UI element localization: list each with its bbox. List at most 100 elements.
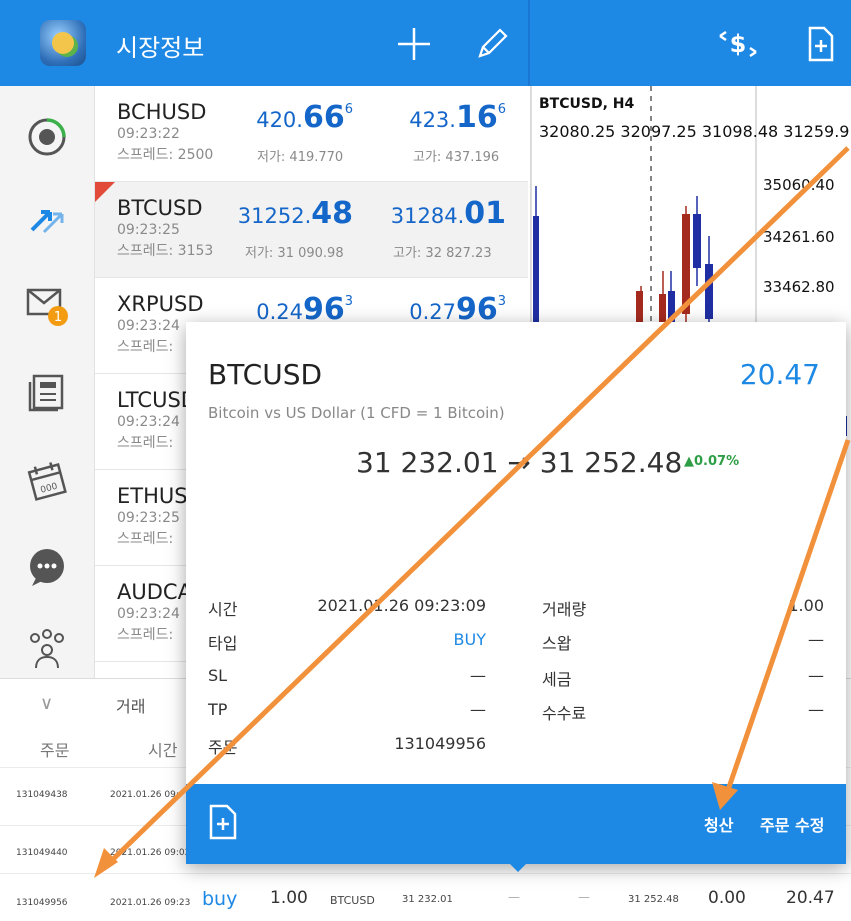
order-profit: 20.47	[786, 888, 835, 908]
svg-text:$: $	[730, 30, 747, 58]
field-label-sl: SL	[208, 666, 228, 685]
candle	[705, 264, 713, 319]
field-label-order: 주문	[208, 738, 238, 757]
quote-time: 09:23:25	[117, 510, 180, 526]
order-tp: —	[578, 890, 590, 904]
bid-price: 31252.48	[237, 196, 353, 231]
quote-spread: 스프레드:	[117, 531, 174, 547]
order-sl: —	[508, 890, 520, 904]
plus-icon[interactable]	[392, 22, 436, 66]
ask-price: 423.166	[409, 100, 506, 135]
new-order-icon[interactable]	[208, 804, 238, 840]
order-volume: 1.00	[270, 888, 308, 908]
dialog-symbol: BTCUSD	[208, 358, 323, 391]
quote-spread: 스프레드: 2500	[117, 147, 214, 163]
quote-spread: 스프레드:	[117, 339, 174, 355]
quote-symbol: BTCUSD	[117, 196, 203, 220]
chevron-down-icon[interactable]: ∨	[40, 693, 53, 714]
dialog-pointer	[508, 862, 528, 872]
order-open-price: 31 232.01	[402, 894, 453, 905]
order-swap: 0.00	[708, 888, 746, 908]
order-id: 131049956	[16, 898, 68, 908]
quote-symbol: BCHUSD	[117, 100, 207, 124]
close-position-button[interactable]: 청산	[704, 812, 733, 836]
quote-time: 09:23:24	[117, 318, 180, 334]
candle	[693, 214, 701, 268]
currency-exchange-icon[interactable]: $	[716, 22, 760, 66]
news-icon[interactable]	[24, 370, 70, 416]
dialog-action-bar: 청산 주문 수정	[186, 784, 846, 864]
quote-row-bchusd[interactable]: BCHUSD 09:23:22 스프레드: 2500 420.666 423.1…	[95, 86, 528, 182]
quote-time: 09:23:22	[117, 126, 180, 142]
order-datetime: 2021.01.26 09:02	[110, 848, 191, 858]
field-value-time: 2021.01.26 09:23:09	[317, 596, 486, 615]
page-title: 시장정보	[116, 34, 205, 62]
selected-marker	[95, 182, 115, 202]
ask-price: 31284.01	[390, 196, 506, 231]
field-value-tax: —	[808, 666, 824, 685]
quote-symbol: LTCUSD	[117, 388, 197, 412]
order-symbol: BTCUSD	[330, 894, 375, 907]
chat-icon[interactable]	[24, 544, 70, 590]
pencil-icon[interactable]	[470, 22, 514, 66]
order-details-dialog: BTCUSD 20.47 Bitcoin vs US Dollar (1 CFD…	[186, 322, 846, 872]
dialog-description: Bitcoin vs US Dollar (1 CFD = 1 Bitcoin)	[208, 404, 505, 422]
community-icon[interactable]	[24, 626, 70, 672]
calendar-icon[interactable]: 000	[24, 458, 70, 504]
bid-price: 420.666	[256, 100, 353, 135]
candle	[682, 214, 690, 314]
dialog-rate: 31 232.01 → 31 252.48	[356, 446, 683, 479]
field-value-type: BUY	[453, 630, 486, 649]
field-label-time: 시간	[208, 600, 238, 619]
new-document-icon[interactable]	[798, 22, 842, 66]
quote-time: 09:23:24	[117, 606, 180, 622]
quote-time: 09:23:24	[117, 414, 180, 430]
top-bar-divider	[528, 0, 530, 86]
order-datetime: 2021.01.26 09:	[110, 790, 179, 800]
quote-row-btcusd[interactable]: BTCUSD 09:23:25 스프레드: 3153 31252.48 3128…	[95, 182, 528, 278]
candle	[668, 291, 675, 326]
trade-icon[interactable]	[24, 194, 70, 240]
order-current-price: 31 252.48	[628, 894, 679, 905]
dialog-profit: 20.47	[739, 358, 820, 391]
order-id: 131049440	[16, 848, 68, 858]
tab-trade[interactable]: 거래	[116, 693, 145, 717]
high-price: 고가: 32 827.23	[393, 246, 492, 261]
app-logo[interactable]	[40, 20, 86, 66]
top-app-bar: 시장정보 $	[0, 0, 851, 86]
field-label-swap: 스왑	[542, 634, 572, 653]
quote-spread: 스프레드:	[117, 627, 174, 643]
quote-time: 09:23:25	[117, 222, 180, 238]
field-value-volume: 1.00	[788, 596, 824, 615]
low-price: 저가: 419.770	[257, 150, 344, 165]
price-level: 33462.80	[763, 278, 835, 296]
field-value-commission: —	[808, 700, 824, 719]
table-row-selected[interactable]: 131049956 2021.01.26 09:23 buy 1.00 BTCU…	[0, 873, 851, 921]
order-id: 131049438	[16, 790, 68, 800]
order-type: buy	[202, 888, 238, 910]
field-value-order: 131049956	[394, 734, 486, 753]
dialog-change: ▲0.07%	[684, 454, 740, 469]
mail-icon[interactable]: 1	[24, 282, 70, 328]
column-order: 주문	[40, 741, 70, 760]
field-value-swap: —	[808, 630, 824, 649]
field-label-volume: 거래량	[542, 600, 587, 619]
chart-ohlc: 32080.25 32097.25 31098.48 31259.9	[539, 122, 850, 141]
column-time: 시간	[148, 741, 178, 760]
low-price: 저가: 31 090.98	[245, 246, 344, 261]
price-level: 35060.40	[763, 176, 835, 194]
modify-order-button[interactable]: 주문 수정	[760, 812, 824, 836]
logo-globe-icon	[52, 32, 74, 54]
field-label-commission: 수수료	[542, 704, 587, 723]
quote-symbol: XRPUSD	[117, 292, 204, 316]
field-value-tp: —	[470, 700, 486, 719]
candle	[659, 294, 666, 324]
field-label-type: 타입	[208, 634, 238, 653]
quotes-icon[interactable]	[24, 114, 70, 160]
field-label-tp: TP	[208, 700, 228, 719]
price-level: 34261.60	[763, 228, 835, 246]
high-price: 고가: 437.196	[413, 150, 500, 165]
quote-spread: 스프레드: 3153	[117, 243, 214, 259]
left-navigation: 1 000	[0, 86, 95, 678]
quote-spread: 스프레드:	[117, 435, 174, 451]
